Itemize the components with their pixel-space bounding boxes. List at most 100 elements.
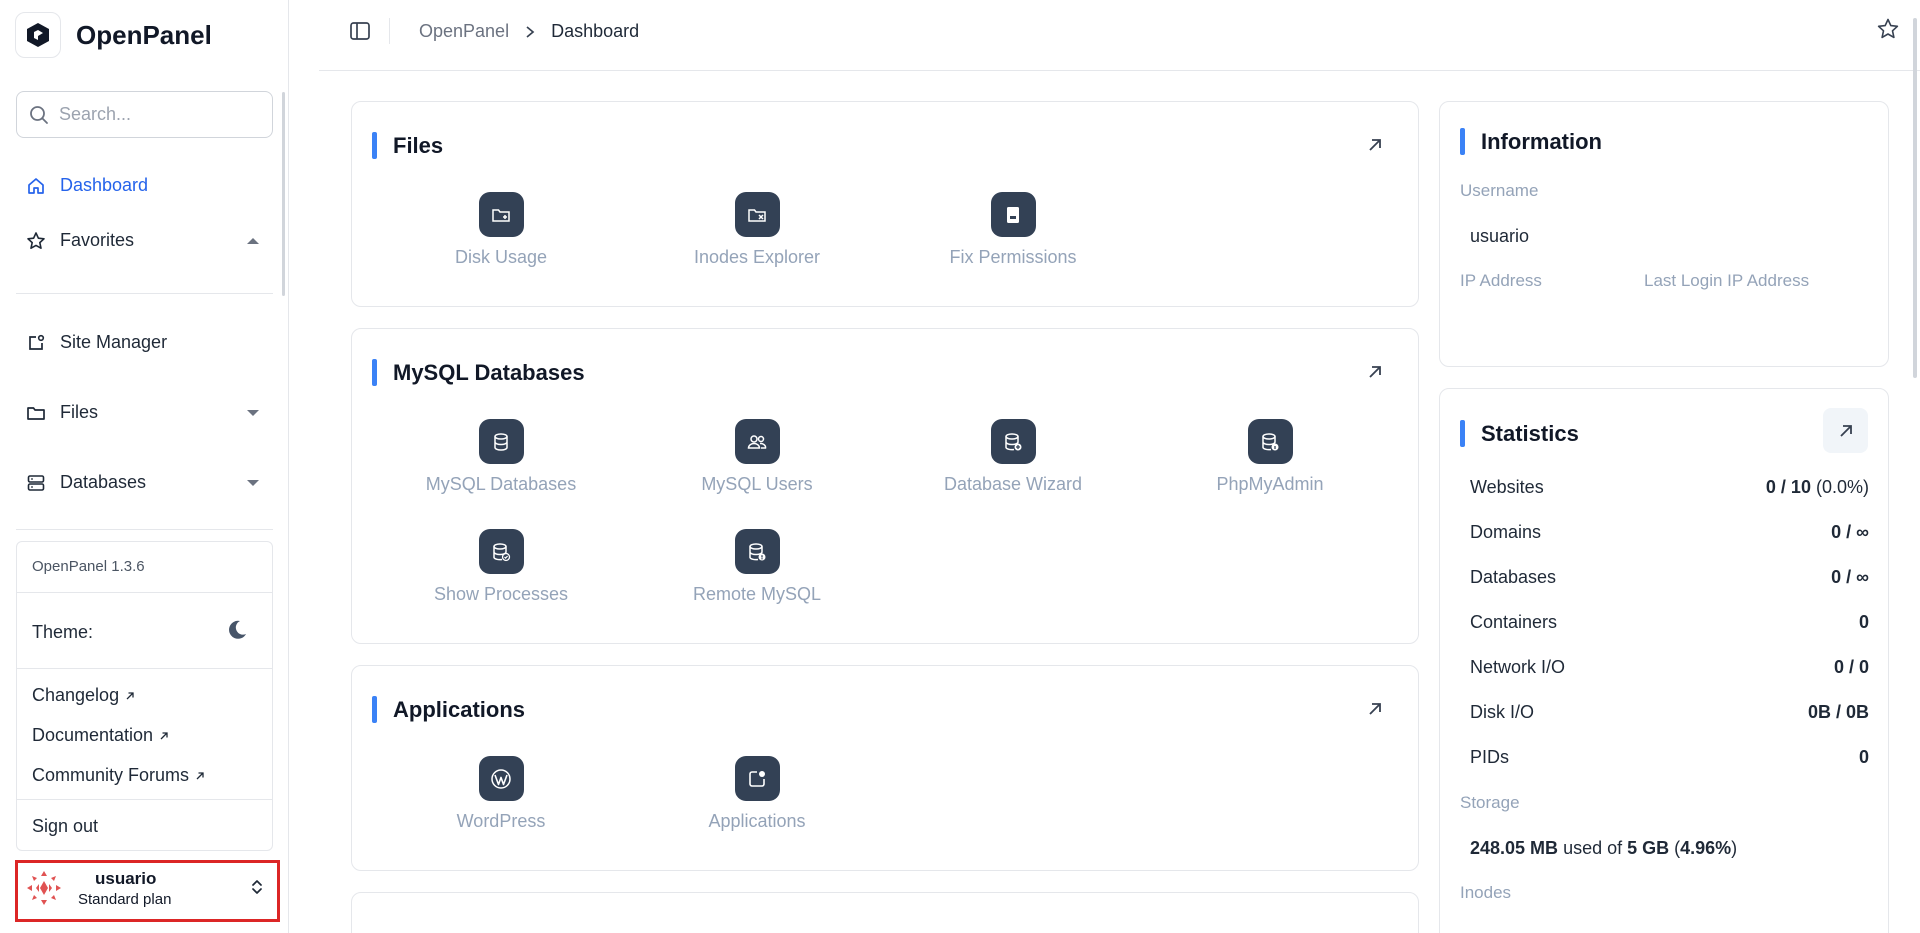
tile-label: Inodes Explorer <box>693 247 821 267</box>
username-value: usuario <box>1470 226 1530 246</box>
tile-wordpress[interactable]: WordPress <box>401 756 601 832</box>
card-title-text: Applications <box>393 696 526 722</box>
stat-value: 0 / 10 (0.0%) <box>1765 477 1869 497</box>
main-scrollbar[interactable] <box>1913 18 1917 378</box>
sidebar-scrollbar[interactable] <box>282 92 285 296</box>
database-info-icon <box>1247 419 1293 464</box>
tile-label: Show Processes <box>433 584 569 604</box>
breadcrumb-item-openpanel[interactable]: OpenPanel <box>419 21 509 42</box>
tile-disk-usage[interactable]: Disk Usage <box>401 192 601 268</box>
home-icon <box>28 177 44 194</box>
stat-label: Databases <box>1470 567 1557 587</box>
inodes-label: Inodes <box>1460 883 1512 902</box>
tile-fix-permissions[interactable]: Fix Permissions <box>913 192 1113 268</box>
tile-label: Applications <box>708 811 806 831</box>
openpanel-logo-icon <box>15 12 61 58</box>
sidebar-item-dashboard[interactable]: Dashboard <box>26 175 260 196</box>
arrow-up-right-icon[interactable] <box>1366 136 1384 154</box>
stat-label: PIDs <box>1470 747 1510 767</box>
logo[interactable]: OpenPanel <box>15 12 212 58</box>
tile-label: Fix Permissions <box>949 247 1077 267</box>
caret-up-icon[interactable] <box>246 236 260 246</box>
card-title: Files <box>372 132 443 159</box>
divider <box>16 529 273 530</box>
breadcrumb-item-dashboard: Dashboard <box>551 21 640 41</box>
stat-row-domains: Domains 0 / ∞ <box>1470 522 1869 543</box>
tile-show-processes[interactable]: Show Processes <box>401 529 601 605</box>
external-link-icon <box>126 691 134 699</box>
tile-mysql-databases[interactable]: MySQL Databases <box>401 419 601 495</box>
statistics-open-button[interactable] <box>1823 408 1868 453</box>
favorite-star-icon[interactable] <box>1876 17 1900 41</box>
user-menu[interactable]: usuario Standard plan <box>15 860 280 922</box>
stat-label: Network I/O <box>1470 657 1566 677</box>
sidebar-footer-panel: OpenPanel 1.3.6 Theme: Changelog Documen… <box>16 541 273 851</box>
divider <box>17 799 272 800</box>
stat-value: 0 / 0 <box>1833 657 1869 677</box>
ip-address-label: IP Address <box>1460 271 1542 290</box>
tile-database-wizard[interactable]: Database Wizard <box>913 419 1113 495</box>
tile-mysql-users[interactable]: MySQL Users <box>657 419 857 495</box>
storage-value: 248.05 MB used of 5 GB (4.96%) <box>1470 838 1738 858</box>
stat-value: 0 <box>1858 612 1869 632</box>
caret-down-icon[interactable] <box>246 478 260 488</box>
card-title-text: MySQL Databases <box>393 359 585 385</box>
tile-applications[interactable]: Applications <box>657 756 857 832</box>
sidebar-item-label: Databases <box>60 472 147 492</box>
stat-row-disk-io: Disk I/O 0B / 0B <box>1470 702 1869 723</box>
users-icon <box>734 419 780 464</box>
sidebar-item-files[interactable]: Files <box>26 402 260 423</box>
stat-label: Domains <box>1470 522 1542 542</box>
sidebar-item-favorites[interactable]: Favorites <box>26 230 260 251</box>
moon-icon[interactable] <box>225 618 249 642</box>
star-icon <box>27 231 45 249</box>
user-name: usuario <box>95 869 157 888</box>
stat-value: 0B / 0B <box>1807 702 1869 722</box>
chevron-right-icon <box>526 25 535 38</box>
sidebar-item-label: Dashboard <box>60 175 149 195</box>
tile-remote-mysql[interactable]: Remote MySQL <box>657 529 857 605</box>
database-remote-icon <box>734 529 780 574</box>
external-link-icon <box>160 731 168 739</box>
search-icon <box>30 105 48 124</box>
sign-out-link[interactable]: Sign out <box>32 816 98 837</box>
sidebar-item-site-manager[interactable]: Site Manager <box>26 332 260 353</box>
search-input[interactable] <box>59 104 259 125</box>
search-box[interactable] <box>16 91 273 138</box>
database-icon <box>27 474 45 491</box>
stat-row-pids: PIDs 0 <box>1470 747 1869 768</box>
stat-row-containers: Containers 0 <box>1470 612 1869 633</box>
storage-label: Storage <box>1460 793 1520 812</box>
caret-down-icon[interactable] <box>246 408 260 418</box>
mysql-databases-card: MySQL Databases MySQL Databases MySQL Us… <box>351 328 1419 644</box>
sidebar-item-databases[interactable]: Databases <box>26 472 260 493</box>
arrow-up-right-icon[interactable] <box>1366 363 1384 381</box>
stat-label: Websites <box>1470 477 1544 497</box>
changelog-link[interactable]: Changelog <box>32 685 135 706</box>
tile-label: Disk Usage <box>454 247 548 267</box>
tile-phpmyadmin[interactable]: PhpMyAdmin <box>1170 419 1370 495</box>
external-link-icon <box>196 771 204 779</box>
divider <box>17 668 272 669</box>
card-title-text: Statistics <box>1481 420 1579 446</box>
divider <box>16 293 273 294</box>
card-title-text: Files <box>393 132 444 158</box>
tile-inodes-explorer[interactable]: Inodes Explorer <box>657 192 857 268</box>
database-icon <box>478 419 524 464</box>
folder-icon <box>27 406 45 420</box>
chevron-up-down-icon <box>252 880 262 894</box>
community-forums-link[interactable]: Community Forums <box>32 765 205 786</box>
tile-label: Remote MySQL <box>692 584 822 604</box>
top-header: OpenPanel Dashboard <box>319 0 1920 71</box>
sidebar-toggle-icon[interactable] <box>349 20 371 42</box>
file-permissions-icon <box>990 192 1036 237</box>
tile-label: MySQL Users <box>701 474 813 494</box>
tile-label: MySQL Databases <box>425 474 577 494</box>
divider <box>389 18 390 44</box>
arrow-up-right-icon <box>1839 424 1852 437</box>
card-title: Applications <box>372 696 525 723</box>
last-login-ip-label: Last Login IP Address <box>1644 271 1810 290</box>
user-plan: Standard plan <box>78 891 172 908</box>
documentation-link[interactable]: Documentation <box>32 725 169 746</box>
arrow-up-right-icon[interactable] <box>1366 700 1384 718</box>
